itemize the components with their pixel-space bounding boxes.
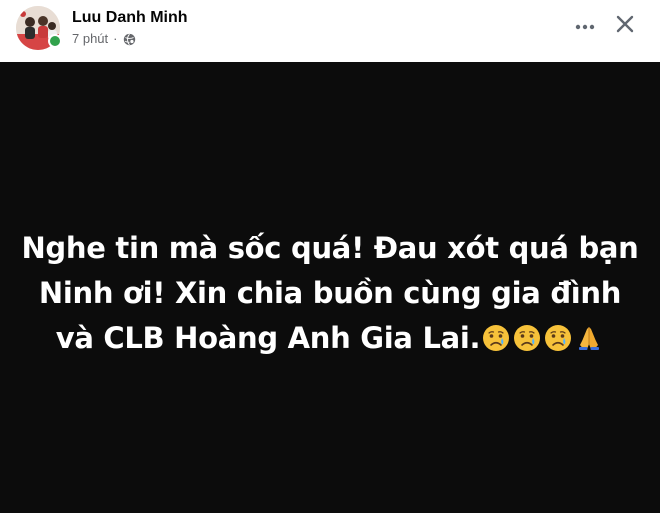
facebook-post: Luu Danh Minh 7 phút · Nghe tin mà sốc q… [0, 0, 660, 513]
crying-face-icon [512, 321, 542, 351]
avatar-container[interactable] [16, 6, 62, 50]
online-status-dot [48, 34, 62, 48]
post-text-line-2: Ninh ơi! Xin chia buồn cùng gia đình [38, 276, 622, 310]
folded-hands-icon [574, 321, 604, 351]
post-text-line-1: Nghe tin mà sốc quá! Đau xót quá bạn [21, 231, 639, 265]
post-time[interactable]: 7 phút [72, 31, 108, 47]
crying-face-icon [543, 321, 573, 351]
post-body: Nghe tin mà sốc quá! Đau xót quá bạn Nin… [0, 62, 660, 513]
post-header: Luu Danh Minh 7 phút · [0, 0, 660, 62]
close-button[interactable] [609, 10, 641, 42]
more-options-button[interactable] [569, 10, 601, 42]
meta-separator: · [113, 31, 118, 46]
emoji-row [481, 321, 604, 351]
globe-icon[interactable] [123, 33, 136, 46]
crying-face-icon [481, 321, 511, 351]
close-icon [616, 15, 634, 38]
post-text: Nghe tin mà sốc quá! Đau xót quá bạn Nin… [0, 226, 660, 361]
post-meta: 7 phút · [72, 31, 136, 47]
author-name[interactable]: Luu Danh Minh [72, 8, 188, 28]
ellipsis-icon [575, 17, 595, 35]
post-text-line-3: và CLB Hoàng Anh Gia Lai. [55, 321, 481, 355]
post-text-line-3-wrap: và CLB Hoàng Anh Gia Lai. [0, 316, 660, 361]
